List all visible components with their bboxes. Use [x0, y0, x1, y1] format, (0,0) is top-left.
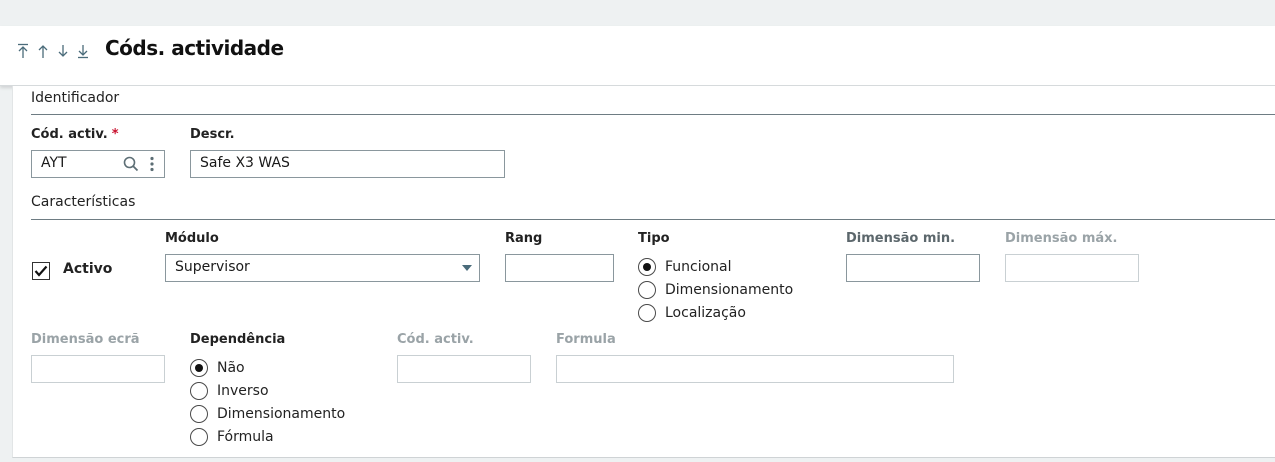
- cod-activ-dependency-label: Cód. activ.: [397, 332, 474, 347]
- radio-button[interactable]: [190, 359, 208, 377]
- tipo-option-localizacao[interactable]: Localização: [638, 302, 746, 324]
- top-strip: [0, 0, 1275, 26]
- section-title-identificador: Identificador: [31, 90, 120, 106]
- activo-checkbox[interactable]: [32, 262, 50, 280]
- dependencia-option-nao[interactable]: Não: [190, 357, 245, 379]
- dimensao-min-label: Dimensão min.: [846, 231, 956, 246]
- arrow-up-icon[interactable]: [34, 41, 52, 61]
- record-navigation: [14, 41, 92, 61]
- dependencia-label: Dependência: [190, 332, 286, 347]
- dimensao-ecra-field[interactable]: [31, 355, 165, 383]
- dependencia-option-inverso[interactable]: Inverso: [190, 380, 269, 402]
- dimensao-ecra-label: Dimensão ecrã: [31, 332, 140, 347]
- formula-field[interactable]: [556, 355, 954, 383]
- radio-button[interactable]: [638, 281, 656, 299]
- modulo-select[interactable]: Supervisor: [165, 254, 480, 282]
- tipo-label: Tipo: [638, 231, 670, 246]
- dependencia-option-formula[interactable]: Fórmula: [190, 426, 274, 448]
- formula-label: Formula: [556, 332, 616, 347]
- section-divider: [31, 219, 1275, 220]
- tipo-option-dimensionamento[interactable]: Dimensionamento: [638, 279, 793, 301]
- arrow-to-bottom-icon[interactable]: [74, 41, 92, 61]
- page-title: Códs. actividade: [105, 36, 284, 60]
- cod-activ-dependency-field[interactable]: [397, 355, 531, 383]
- dimensao-max-field[interactable]: [1005, 254, 1139, 282]
- arrow-down-icon[interactable]: [54, 41, 72, 61]
- cod-activ-value: AYT: [41, 155, 67, 171]
- rang-field[interactable]: [505, 254, 614, 282]
- search-icon[interactable]: [123, 156, 139, 172]
- radio-button[interactable]: [190, 405, 208, 423]
- rang-label: Rang: [505, 231, 543, 246]
- more-options-icon[interactable]: [148, 155, 156, 173]
- descr-label: Descr.: [190, 127, 235, 142]
- required-marker: *: [111, 127, 119, 142]
- cod-activ-label: Cód. activ. *: [31, 127, 119, 142]
- radio-button[interactable]: [190, 428, 208, 446]
- title-bar: Códs. actividade: [0, 26, 1275, 86]
- form-panel: Identificador Cód. activ. * AYT Descr. Sa…: [12, 86, 1275, 458]
- checkmark-icon: [34, 265, 48, 277]
- modulo-value: Supervisor: [175, 259, 250, 275]
- radio-button[interactable]: [638, 258, 656, 276]
- cod-activ-field[interactable]: AYT: [31, 150, 165, 178]
- modulo-label: Módulo: [165, 231, 219, 246]
- arrow-to-top-icon[interactable]: [14, 41, 32, 61]
- tipo-option-funcional[interactable]: Funcional: [638, 256, 732, 278]
- dimensao-min-field[interactable]: [846, 254, 980, 282]
- radio-button[interactable]: [190, 382, 208, 400]
- dimensao-max-label: Dimensão máx.: [1005, 231, 1118, 246]
- caret-down-icon: [462, 265, 472, 271]
- section-title-caracteristicas: Características: [31, 194, 136, 210]
- radio-button[interactable]: [638, 304, 656, 322]
- descr-field[interactable]: Safe X3 WAS: [190, 150, 505, 178]
- descr-value: Safe X3 WAS: [200, 155, 290, 171]
- activo-label: Activo: [63, 261, 113, 277]
- section-divider: [31, 114, 1275, 115]
- dependencia-option-dimensionamento[interactable]: Dimensionamento: [190, 403, 345, 425]
